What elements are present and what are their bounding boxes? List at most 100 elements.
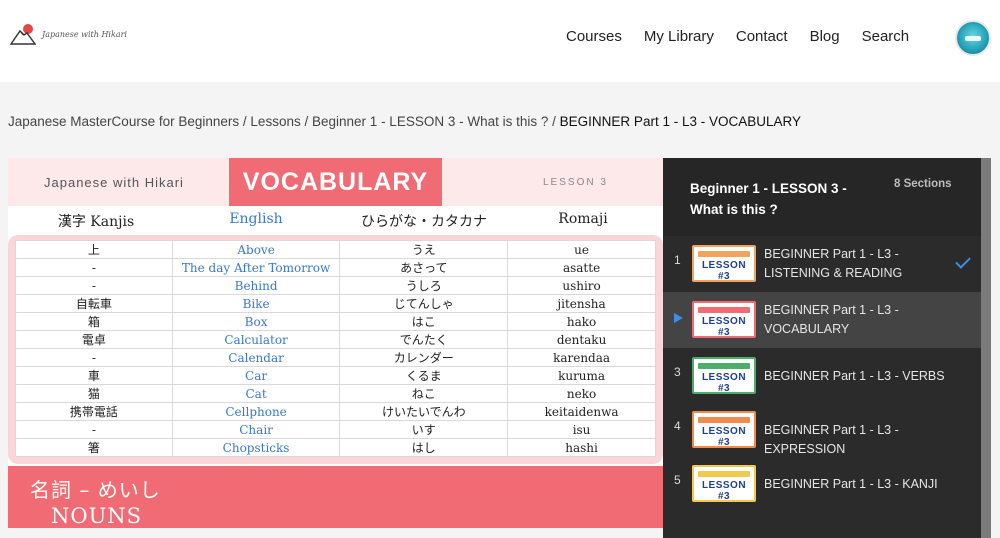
vocabulary-cell-romaji: ue bbox=[507, 240, 656, 259]
vocabulary-cell-kana: くるま bbox=[339, 366, 509, 385]
vocabulary-cell-romaji: isu bbox=[507, 420, 656, 439]
top-navigation-bar: Japanese with Hikari Courses My Library … bbox=[0, 0, 1000, 82]
section-number: 3 bbox=[674, 365, 681, 379]
vocabulary-cell-english: The day After Tomorrow bbox=[171, 258, 341, 277]
section-thumbnail: LESSON #3 bbox=[692, 411, 756, 448]
vocabulary-cell-kana: あさって bbox=[339, 258, 509, 277]
nav-courses[interactable]: Courses bbox=[566, 28, 622, 45]
nav-contact[interactable]: Contact bbox=[736, 28, 788, 45]
vocabulary-cell-kana: はこ bbox=[339, 312, 509, 331]
column-header-kana: ひらがな・カタカナ bbox=[361, 214, 487, 230]
thumbnail-text: LESSON #3 bbox=[701, 316, 747, 338]
breadcrumb-course[interactable]: Japanese MasterCourse for Beginners bbox=[8, 114, 239, 129]
vocabulary-cell-kanji: 上 bbox=[15, 240, 173, 259]
section-label: BEGINNER Part 1 - L3 - VERBS bbox=[764, 369, 945, 383]
breadcrumb-separator: / bbox=[242, 114, 247, 129]
section-label: BEGINNER Part 1 - L3 - LISTENING & READI… bbox=[764, 247, 903, 280]
vocabulary-cell-kanji: - bbox=[15, 420, 173, 439]
thumbnail-text: LESSON #3 bbox=[701, 260, 747, 282]
vocabulary-cell-kana: じてんしゃ bbox=[339, 294, 509, 313]
thumbnail-band bbox=[698, 417, 750, 423]
vocabulary-cell-english: Car bbox=[171, 366, 341, 385]
breadcrumb-lesson[interactable]: Beginner 1 - LESSON 3 - What is this ? bbox=[312, 114, 548, 129]
section-number: 5 bbox=[674, 473, 681, 487]
nav-my-library[interactable]: My Library bbox=[644, 28, 714, 45]
lesson-sections-sidebar: Beginner 1 - LESSON 3 - What is this ? 8… bbox=[663, 158, 991, 538]
vocabulary-cell-english: Cat bbox=[171, 384, 341, 403]
sidebar-section-item[interactable]: 5 LESSON #3 BEGINNER Part 1 - L3 - KANJI bbox=[663, 456, 991, 512]
vocabulary-column-headers: 漢字 Kanjis English ひらがな・カタカナ Romaji bbox=[8, 208, 663, 232]
sidebar-section-count: 8 Sections bbox=[894, 178, 952, 190]
lesson-image-header: Japanese with Hikari VOCABULARY LESSON 3 bbox=[8, 158, 663, 206]
vocabulary-row: - Calendar カレンダー karendaa bbox=[15, 348, 656, 367]
vocabulary-cell-romaji: asatte bbox=[507, 258, 656, 277]
vocabulary-cell-kanji: - bbox=[15, 276, 173, 295]
nouns-banner-english: NOUNS bbox=[51, 504, 143, 528]
nav-blog[interactable]: Blog bbox=[810, 28, 840, 45]
lesson-image-brand: Japanese with Hikari bbox=[44, 175, 184, 190]
mount-fuji-logo-icon bbox=[10, 24, 36, 45]
vocabulary-cell-kana: ねこ bbox=[339, 384, 509, 403]
vocabulary-row: 箱 Box はこ hako bbox=[15, 312, 656, 331]
breadcrumb-separator: / bbox=[304, 114, 309, 129]
vocabulary-cell-kana: うえ bbox=[339, 240, 509, 259]
vocabulary-cell-romaji: ushiro bbox=[507, 276, 656, 295]
vocabulary-cell-kanji: 猫 bbox=[15, 384, 173, 403]
breadcrumb: Japanese MasterCourse for Beginners / Le… bbox=[8, 114, 801, 129]
sidebar-section-item[interactable]: 4 LESSON #3 BEGINNER Part 1 - L3 - EXPRESS… bbox=[663, 402, 991, 458]
vocabulary-cell-kanji: 電卓 bbox=[15, 330, 173, 349]
vocabulary-cell-romaji: karendaa bbox=[507, 348, 656, 367]
sidebar-header: Beginner 1 - LESSON 3 - What is this ? 8… bbox=[663, 158, 991, 236]
vocabulary-cell-english: Bike bbox=[171, 294, 341, 313]
vocabulary-cell-romaji: keitaidenwa bbox=[507, 402, 656, 421]
vocabulary-cell-kanji: 箱 bbox=[15, 312, 173, 331]
vocabulary-cell-romaji: hashi bbox=[507, 438, 656, 457]
breadcrumb-lessons[interactable]: Lessons bbox=[250, 114, 300, 129]
vocabulary-cell-english: Cellphone bbox=[171, 402, 341, 421]
vocabulary-row: 上 Above うえ ue bbox=[15, 240, 656, 259]
sidebar-section-item[interactable]: LESSON #3 BEGINNER Part 1 - L3 - VOCABULA… bbox=[663, 292, 991, 348]
vocabulary-cell-english: Above bbox=[171, 240, 341, 259]
main-menu: Courses My Library Contact Blog Search bbox=[566, 28, 931, 45]
vocabulary-cell-kanji: 携帯電話 bbox=[15, 402, 173, 421]
vocabulary-cell-english: Behind bbox=[171, 276, 341, 295]
nav-search[interactable]: Search bbox=[862, 28, 910, 45]
vocabulary-cell-kanji: - bbox=[15, 348, 173, 367]
vocabulary-row: - Behind うしろ ushiro bbox=[15, 276, 656, 295]
breadcrumb-separator: / bbox=[552, 114, 556, 129]
vocabulary-cell-english: Chopsticks bbox=[171, 438, 341, 457]
section-thumbnail: LESSON #3 bbox=[692, 465, 756, 502]
vocabulary-cell-romaji: jitensha bbox=[507, 294, 656, 313]
vocabulary-cell-kanji: 箸 bbox=[15, 438, 173, 457]
vocabulary-cell-kanji: - bbox=[15, 258, 173, 277]
column-header-romaji: Romaji bbox=[558, 211, 608, 227]
nouns-banner-japanese: 名詞 – めいし bbox=[30, 478, 161, 502]
section-thumbnail: LESSON #3 bbox=[692, 301, 756, 338]
vocabulary-cell-english: Calculator bbox=[171, 330, 341, 349]
sidebar-scrollbar[interactable] bbox=[981, 158, 991, 538]
vocabulary-cell-kana: はし bbox=[339, 438, 509, 457]
section-label: BEGINNER Part 1 - L3 - EXPRESSION bbox=[764, 423, 899, 456]
sidebar-section-item[interactable]: 3 LESSON #3 BEGINNER Part 1 - L3 - VERBS bbox=[663, 348, 991, 404]
lesson-image-title: VOCABULARY bbox=[229, 158, 442, 206]
vocabulary-row: 車 Car くるま kuruma bbox=[15, 366, 656, 385]
user-avatar[interactable] bbox=[955, 20, 991, 56]
section-number: 1 bbox=[674, 253, 681, 267]
vocabulary-row: - The day After Tomorrow あさって asatte bbox=[15, 258, 656, 277]
site-logo[interactable]: Japanese with Hikari bbox=[10, 22, 127, 46]
vocabulary-cell-romaji: hako bbox=[507, 312, 656, 331]
thumbnail-band bbox=[698, 307, 750, 313]
vocabulary-cell-english: Box bbox=[171, 312, 341, 331]
vocabulary-cell-romaji: kuruma bbox=[507, 366, 656, 385]
vocabulary-table-container: 上 Above うえ ue - The day After Tomorrow あさって asa… bbox=[8, 235, 663, 464]
nouns-banner: 名詞 – めいし NOUNS bbox=[8, 466, 663, 528]
vocabulary-cell-kanji: 車 bbox=[15, 366, 173, 385]
vocabulary-table: 上 Above うえ ue - The day After Tomorrow あさって asa… bbox=[15, 240, 656, 457]
vocabulary-row: 携帯電話 Cellphone けいたいでんわ keitaidenwa bbox=[15, 402, 656, 421]
vocabulary-cell-kana: うしろ bbox=[339, 276, 509, 295]
thumbnail-text: LESSON #3 bbox=[701, 372, 747, 394]
section-label: BEGINNER Part 1 - L3 - KANJI bbox=[764, 477, 938, 491]
section-thumbnail: LESSON #3 bbox=[692, 357, 756, 394]
sidebar-section-item[interactable]: 1 LESSON #3 BEGINNER Part 1 - L3 - LISTENI… bbox=[663, 236, 991, 292]
thumbnail-band bbox=[698, 363, 750, 369]
